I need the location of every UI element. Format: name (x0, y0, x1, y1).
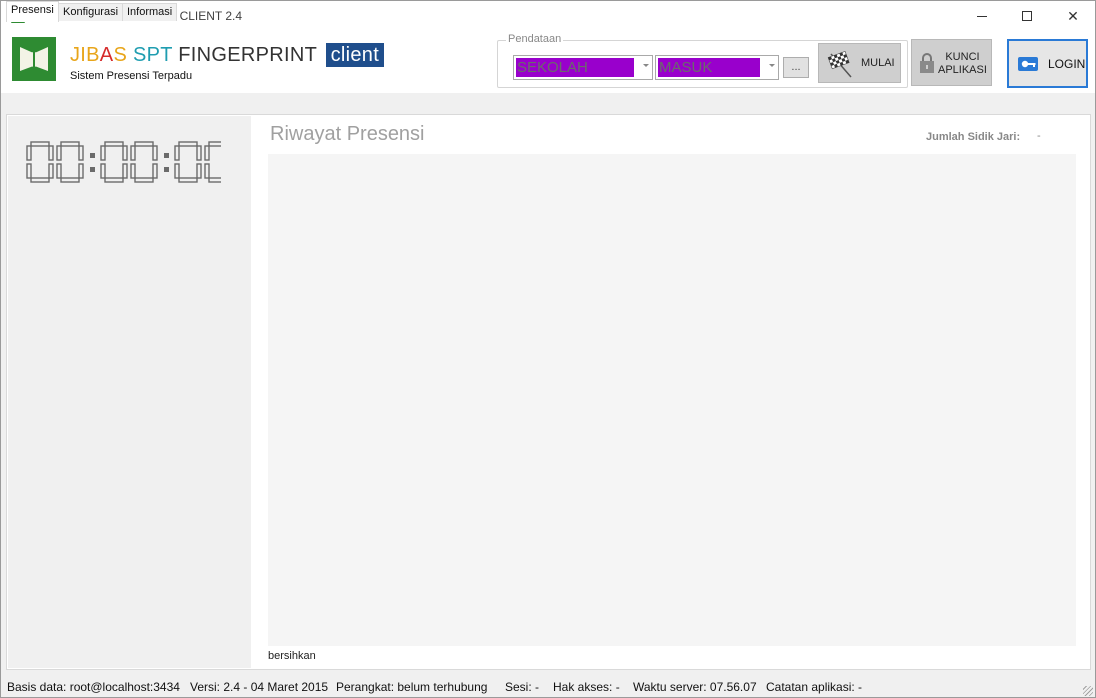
status-bar: Basis data: root@localhost:3434 Versi: 2… (1, 675, 1095, 697)
key-icon (1018, 57, 1038, 71)
pendataan-legend: Pendataan (506, 33, 564, 45)
clock-colon (164, 167, 169, 172)
maximize-icon (1022, 11, 1032, 21)
chevron-down-icon (643, 64, 649, 67)
brand-s: S (113, 44, 128, 66)
tab-presensi[interactable]: Presensi (6, 1, 59, 22)
clock-digit (174, 141, 202, 183)
clock-digit (26, 141, 54, 183)
kunci-label-line2: APLIKASI (938, 64, 987, 76)
clock-digit (130, 141, 158, 183)
clock-digit (56, 141, 84, 183)
digital-clock (26, 141, 221, 183)
kunci-aplikasi-button[interactable]: KUNCI APLIKASI (911, 39, 992, 86)
login-button[interactable]: LOGIN (1007, 39, 1088, 88)
clock-display (25, 140, 221, 184)
checkered-flag-icon (827, 50, 852, 78)
clear-history-link[interactable]: bersihkan (268, 650, 316, 662)
minimize-button[interactable] (959, 1, 1005, 31)
fingerprint-count-label: Jumlah Sidik Jari: (926, 131, 1021, 143)
jenis-select[interactable]: MASUK (655, 55, 779, 80)
maximize-button[interactable] (1004, 1, 1050, 31)
resize-grip-icon[interactable] (1083, 686, 1093, 696)
history-title: Riwayat Presensi (270, 123, 425, 145)
lokasi-select-value: SEKOLAH (516, 58, 634, 77)
kunci-label: KUNCI APLIKASI (938, 51, 987, 77)
status-app-log: Catatan aplikasi: - (766, 680, 863, 694)
clock-colon (90, 167, 95, 172)
chevron-down-icon (769, 64, 775, 67)
status-version: Versi: 2.4 - 04 Maret 2015 (190, 680, 329, 694)
jenis-select-value: MASUK (658, 58, 760, 77)
mulai-label: MULAI (861, 57, 895, 69)
browse-button[interactable]: ... (783, 57, 809, 78)
clock-digit (100, 141, 128, 183)
brand-fingerprint: FINGERPRINT (178, 44, 317, 66)
lokasi-select[interactable]: SEKOLAH (513, 55, 653, 80)
brand-jib: JIB (70, 44, 100, 66)
minimize-icon (977, 16, 987, 17)
app-header: JIBAS SPT FINGERPRINT client Sistem Pres… (1, 31, 1095, 93)
brand-title: JIBAS SPT FINGERPRINT client (70, 43, 385, 67)
app-window: JIBAS SPT FINGERPRINT CLIENT 2.4 ✕ JIBAS… (0, 0, 1096, 698)
mulai-button[interactable]: MULAI (818, 43, 901, 83)
jibas-logo-icon (12, 37, 56, 81)
status-access: Hak akses: - (553, 680, 620, 694)
brand-subtitle: Sistem Presensi Terpadu (70, 70, 193, 82)
lock-icon (920, 53, 934, 73)
status-device: Perangkat: belum terhubung (336, 680, 488, 694)
login-label: LOGIN (1048, 57, 1086, 71)
status-server-time: Waktu server: 07.56.07 (633, 680, 757, 694)
tab-informasi[interactable]: Informasi (122, 3, 178, 21)
kunci-label-line1: KUNCI (945, 51, 980, 63)
clock-digit (204, 141, 221, 183)
brand-spt: SPT (132, 44, 173, 66)
tab-konfigurasi[interactable]: Konfigurasi (58, 3, 124, 21)
close-button[interactable]: ✕ (1050, 1, 1095, 31)
clock-panel (8, 116, 251, 668)
history-list[interactable] (268, 154, 1076, 646)
status-session: Sesi: - (505, 680, 540, 694)
close-icon: ✕ (1067, 8, 1079, 24)
status-database: Basis data: root@localhost:3434 (7, 680, 180, 694)
clock-colon (90, 153, 95, 158)
fingerprint-count-value: - (1037, 130, 1041, 142)
presensi-panel: Riwayat Presensi Jumlah Sidik Jari: - be… (6, 114, 1091, 670)
brand-a: A (99, 44, 114, 66)
brand-client-badge: client (325, 43, 385, 67)
clock-colon (164, 153, 169, 158)
